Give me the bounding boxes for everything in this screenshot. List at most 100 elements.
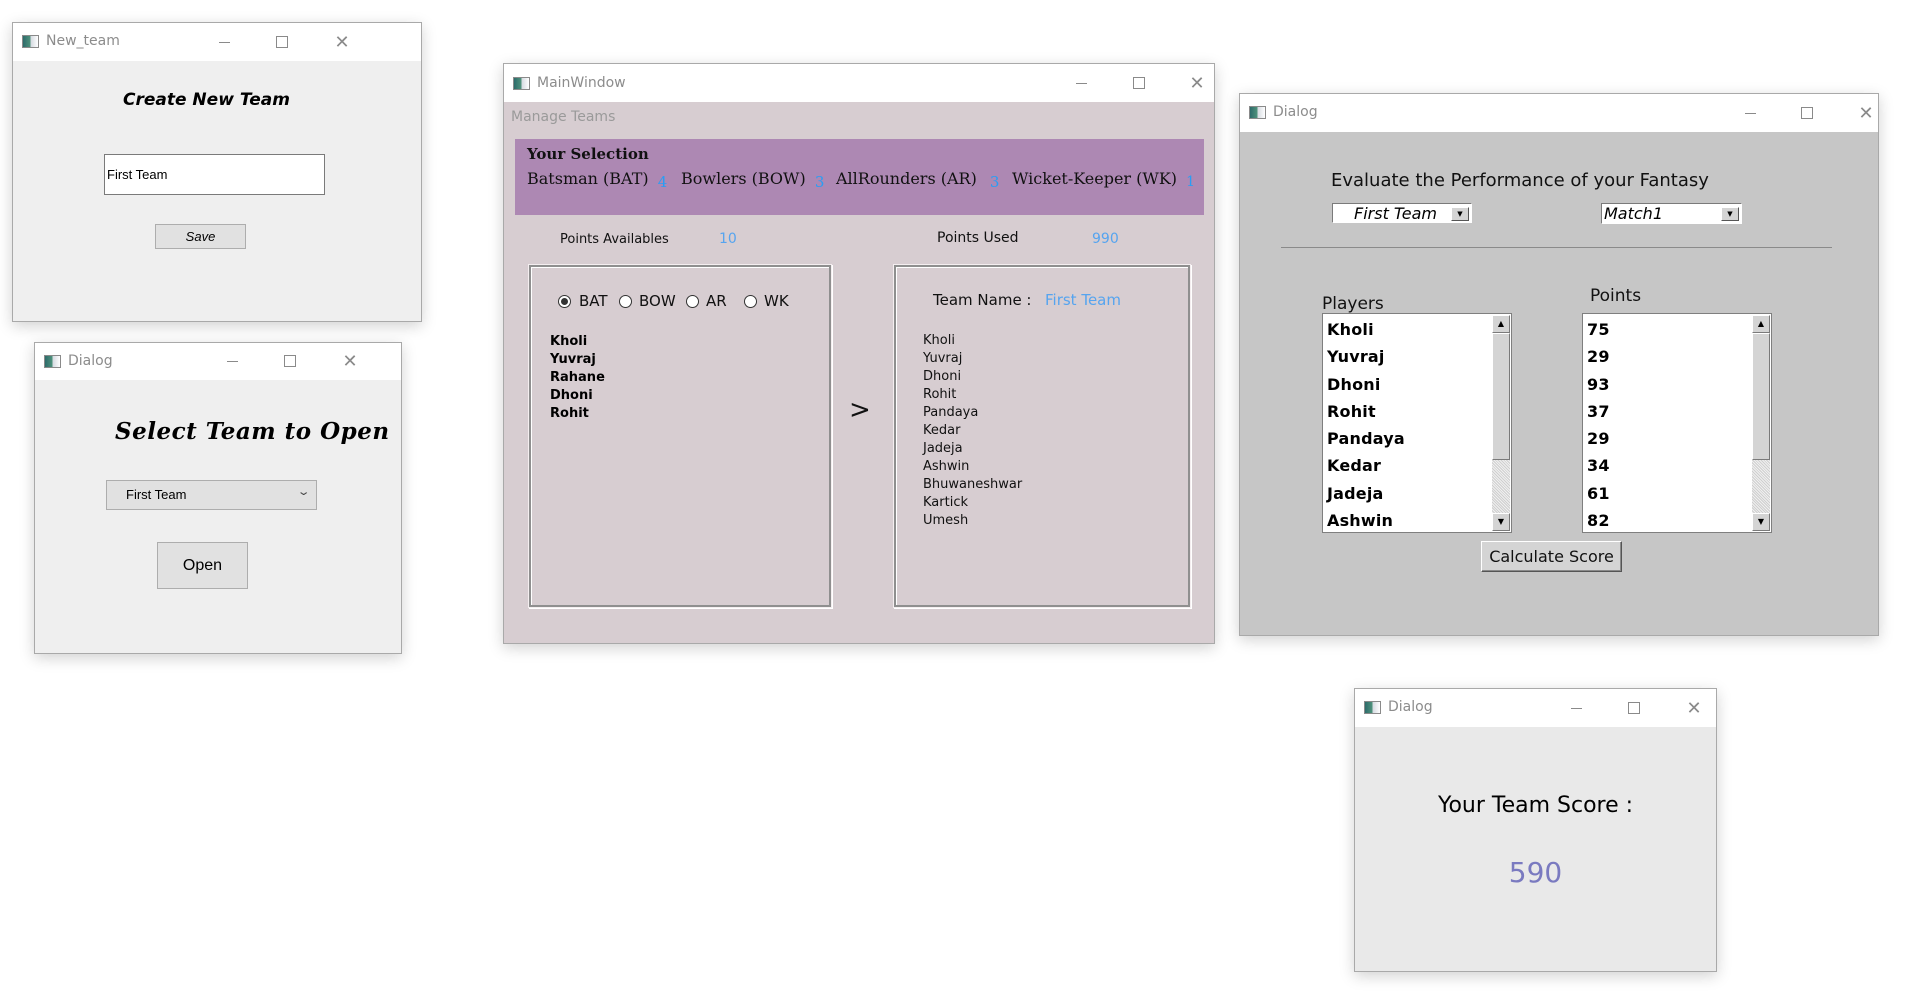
player-item[interactable]: Jadeja [923, 441, 1022, 459]
close-button[interactable]: ✕ [1843, 98, 1889, 128]
minimize-button[interactable] [1058, 68, 1104, 98]
team-score-value: 590 [1508, 856, 1563, 889]
scroll-thumb[interactable] [1492, 333, 1510, 460]
players-scrollbar[interactable]: ▲ ▼ [1492, 315, 1510, 531]
list-item[interactable]: Rohit [1327, 398, 1405, 425]
save-button[interactable]: Save [155, 224, 246, 249]
title-bar[interactable]: New_team ✕ [13, 23, 421, 61]
client-area: Manage Teams Your Selection Batsman (BAT… [504, 102, 1214, 643]
player-item[interactable]: Rahane [550, 370, 605, 388]
menu-manage-teams[interactable]: Manage Teams [511, 109, 615, 125]
radio-ar-label[interactable]: AR [706, 292, 727, 310]
close-button[interactable]: ✕ [327, 346, 373, 376]
radio-wk-label[interactable]: WK [764, 292, 789, 310]
calculate-score-button[interactable]: Calculate Score [1481, 541, 1622, 572]
list-item[interactable]: 82 [1587, 507, 1610, 534]
close-icon: ✕ [342, 350, 358, 372]
list-item[interactable]: Jadeja [1327, 480, 1405, 507]
evaluate-heading: Evaluate the Performance of your Fantasy [1331, 170, 1709, 191]
player-item[interactable]: Pandaya [923, 405, 1022, 423]
scroll-down-icon[interactable]: ▼ [1752, 513, 1770, 531]
title-bar[interactable]: MainWindow ✕ [504, 64, 1214, 102]
team-score-label: Your Team Score : [1437, 793, 1634, 818]
maximize-button[interactable] [267, 346, 313, 376]
open-button[interactable]: Open [157, 542, 248, 589]
players-listbox[interactable]: Kholi Yuvraj Dhoni Rohit Pandaya Kedar J… [1322, 313, 1512, 533]
list-item[interactable]: 93 [1587, 371, 1610, 398]
title-bar[interactable]: Dialog ✕ [35, 343, 401, 380]
selection-heading: Your Selection [527, 145, 649, 163]
player-item[interactable]: Rohit [550, 406, 605, 424]
radio-bow-label[interactable]: BOW [639, 292, 676, 310]
scroll-up-icon[interactable]: ▲ [1492, 315, 1510, 333]
scroll-down-icon[interactable]: ▼ [1492, 513, 1510, 531]
team-name-input[interactable] [104, 154, 325, 195]
scroll-up-icon[interactable]: ▲ [1752, 315, 1770, 333]
points-scrollbar[interactable]: ▲ ▼ [1752, 315, 1770, 531]
player-item[interactable]: Yuvraj [923, 351, 1022, 369]
minimize-icon [1744, 112, 1756, 114]
player-item[interactable]: Kedar [923, 423, 1022, 441]
maximize-button[interactable] [1611, 693, 1657, 723]
save-button-label: Save [185, 229, 216, 244]
minimize-button[interactable] [209, 346, 255, 376]
category-bowlers: Bowlers (BOW) 3 [681, 169, 824, 191]
category-count: 3 [989, 173, 1000, 191]
radio-ar[interactable] [686, 295, 699, 308]
minimize-button[interactable] [201, 27, 247, 57]
maximize-button[interactable] [259, 27, 305, 57]
list-item[interactable]: Dhoni [1327, 371, 1405, 398]
open-team-dialog: Dialog ✕ Select Team to Open First Team … [34, 342, 402, 654]
player-item[interactable]: Umesh [923, 513, 1022, 531]
points-available-value: 10 [719, 231, 737, 247]
list-item[interactable]: 37 [1587, 398, 1610, 425]
list-item[interactable]: Pandaya [1327, 425, 1405, 452]
radio-bat-label[interactable]: BAT [579, 292, 608, 310]
list-item[interactable]: 75 [1587, 316, 1610, 343]
close-button[interactable]: ✕ [1671, 693, 1717, 723]
minimize-button[interactable] [1553, 693, 1599, 723]
close-button[interactable]: ✕ [1174, 68, 1220, 98]
main-window: MainWindow ✕ Manage Teams Your Selection… [503, 63, 1215, 644]
list-item[interactable]: 34 [1587, 452, 1610, 479]
maximize-icon [284, 355, 296, 367]
player-item[interactable]: Kholi [923, 333, 1022, 351]
title-bar[interactable]: Dialog ✕ [1355, 689, 1716, 727]
player-item[interactable]: Rohit [923, 387, 1022, 405]
radio-bat[interactable] [558, 295, 571, 308]
list-item[interactable]: Ashwin [1327, 507, 1405, 534]
player-item[interactable]: Ashwin [923, 459, 1022, 477]
close-icon: ✕ [334, 31, 350, 53]
radio-wk[interactable] [744, 295, 757, 308]
move-player-button[interactable]: > [849, 395, 871, 425]
team-select[interactable]: First Team ⌄ [106, 480, 317, 510]
open-button-label: Open [182, 557, 223, 574]
maximize-button[interactable] [1784, 98, 1830, 128]
player-item[interactable]: Kholi [550, 334, 605, 352]
separator-line [1281, 247, 1832, 248]
list-item[interactable]: Kholi [1327, 316, 1405, 343]
available-players-panel: BAT BOW AR WK Kholi Yuvraj Rahane Dhoni … [528, 264, 832, 608]
list-item[interactable]: Kedar [1327, 452, 1405, 479]
player-item[interactable]: Dhoni [923, 369, 1022, 387]
list-item[interactable]: 61 [1587, 480, 1610, 507]
scroll-thumb[interactable] [1752, 333, 1770, 460]
points-available-label: Points Availables [560, 232, 669, 247]
list-item[interactable]: Yuvraj [1327, 343, 1405, 370]
player-item[interactable]: Kartick [923, 495, 1022, 513]
player-item[interactable]: Dhoni [550, 388, 605, 406]
category-label: Wicket-Keeper (WK) [1012, 169, 1178, 188]
maximize-button[interactable] [1116, 68, 1162, 98]
minimize-button[interactable] [1727, 98, 1773, 128]
list-item[interactable]: 29 [1587, 343, 1610, 370]
list-item[interactable]: 29 [1587, 425, 1610, 452]
team-select[interactable]: First Team ▼ [1332, 203, 1472, 223]
title-bar[interactable]: Dialog ✕ [1240, 94, 1878, 132]
close-button[interactable]: ✕ [319, 27, 365, 57]
points-listbox[interactable]: 75 29 93 37 29 34 61 82 ▲ ▼ [1582, 313, 1772, 533]
radio-bow[interactable] [619, 295, 632, 308]
player-item[interactable]: Bhuwaneshwar [923, 477, 1022, 495]
player-item[interactable]: Yuvraj [550, 352, 605, 370]
match-select[interactable]: Match1 ▼ [1601, 203, 1742, 224]
score-dialog: Dialog ✕ Your Team Score : 590 [1354, 688, 1717, 972]
